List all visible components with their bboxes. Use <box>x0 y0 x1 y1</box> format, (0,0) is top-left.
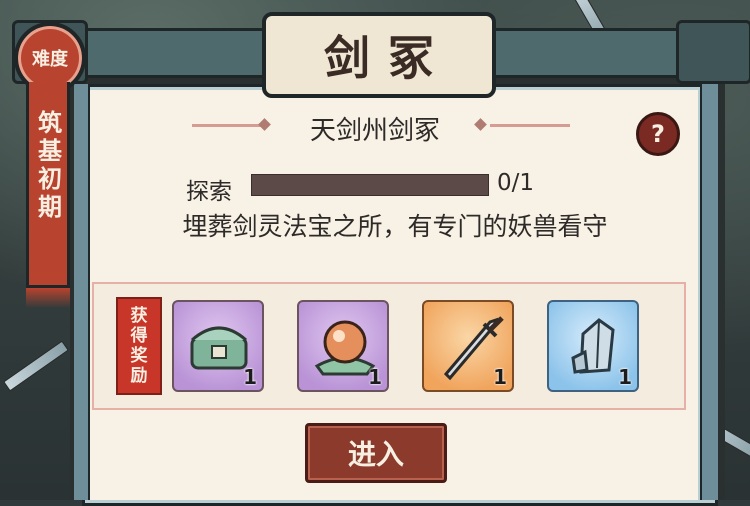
enter-button[interactable]: 进入 <box>305 423 447 483</box>
right-pillar <box>700 84 718 500</box>
reward-slot-orb[interactable]: 1 <box>297 300 389 392</box>
rewards-stamp: 获 得 奖 励 <box>116 297 162 395</box>
reward-qty: 1 <box>368 365 382 389</box>
rewards-stamp-char: 励 <box>130 366 148 386</box>
reward-qty: 1 <box>243 365 257 389</box>
level-description: 埋葬剑灵法宝之所，有专门的妖兽看守 <box>182 212 608 241</box>
difficulty-banner-tail <box>26 288 70 308</box>
reward-qty: 1 <box>618 365 632 389</box>
header-divider-right <box>490 124 570 127</box>
reward-slot-sword[interactable]: 1 <box>422 300 514 392</box>
reward-qty: 1 <box>493 365 507 389</box>
difficulty-banner[interactable]: 筑基初期 <box>26 82 70 288</box>
roof-header: 剑冢 <box>0 0 750 98</box>
difficulty-label: 难度 <box>32 49 68 70</box>
rewards-stamp-char: 获 <box>130 306 148 326</box>
explore-label: 探索 <box>186 179 232 205</box>
explore-progress-bar <box>251 174 489 196</box>
help-icon[interactable]: ? <box>636 112 680 156</box>
title-plaque: 剑冢 <box>262 12 496 98</box>
reward-slot-ore[interactable]: 1 <box>547 300 639 392</box>
header-divider-left <box>192 124 262 127</box>
explore-progress-value: 0/1 <box>497 170 535 196</box>
page-title: 剑冢 <box>324 31 452 85</box>
rewards-stamp-char: 得 <box>130 326 148 346</box>
rewards-stamp-char: 奖 <box>130 346 148 366</box>
left-pillar <box>74 84 90 500</box>
level-name: 天剑州剑冢 <box>309 116 440 146</box>
difficulty-level: 筑基初期 <box>33 110 63 222</box>
reward-slot-chest[interactable]: 1 <box>172 300 264 392</box>
roof-cap-right <box>676 20 750 84</box>
